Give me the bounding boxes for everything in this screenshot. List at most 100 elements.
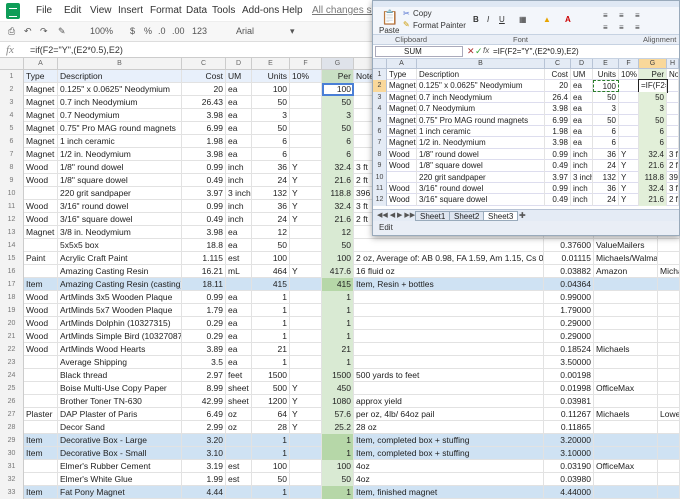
excel-cell-h[interactable] [667, 126, 679, 138]
table-row[interactable]: 27 Plaster DAP Plaster of Paris 6.49 oz 64 Y 57… [0, 408, 680, 421]
row-number[interactable]: 23 [0, 356, 24, 369]
cell-h[interactable]: 2 oz, Average of: AB 0.98, FA 1.59, Am 1… [354, 252, 544, 265]
excel-cell-b[interactable]: 0.75" Pro MAG round magnets [417, 114, 545, 126]
cell-c[interactable]: 18.11 [182, 278, 226, 291]
excel-cell-h[interactable] [667, 80, 679, 92]
cell-f[interactable] [290, 83, 322, 96]
cell-d[interactable]: ea [226, 304, 252, 317]
cell-g[interactable]: 12 [322, 226, 354, 239]
menu-tools[interactable]: Tools [212, 5, 235, 16]
table-row[interactable]: 30 Item Decorative Box - Small 3.10 1 1 Item, … [0, 447, 680, 460]
cell-a[interactable] [24, 382, 58, 395]
cell-b[interactable]: Decorative Box - Large [58, 434, 182, 447]
excel-corner[interactable] [373, 59, 387, 69]
cell-g[interactable]: 32.4 [322, 161, 354, 174]
underline-button[interactable]: U [499, 15, 505, 24]
paste-button[interactable]: Paste [379, 26, 399, 35]
cell-h[interactable] [354, 291, 544, 304]
tab-sheet3[interactable]: Sheet3 [483, 211, 519, 221]
cell-d[interactable]: feet [226, 369, 252, 382]
menu-edit[interactable]: Edit [64, 5, 81, 16]
excel-cell-a[interactable]: Type [387, 69, 417, 81]
cell-e[interactable]: 50 [252, 122, 290, 135]
col-header-f[interactable]: F [290, 58, 322, 70]
borders-icon[interactable]: ▦ [519, 15, 527, 24]
cell-h[interactable] [354, 304, 544, 317]
cell-g[interactable]: 50 [322, 239, 354, 252]
cell-b[interactable]: 1/8" round dowel [58, 161, 182, 174]
table-row[interactable]: 23 Average Shipping 3.5 ea 1 1 3.50000 [0, 356, 680, 369]
excel-cell-b[interactable]: 1/8" square dowel [417, 160, 545, 172]
excel-cell-b[interactable]: 0.7 Neodymium [417, 103, 545, 115]
cell-c[interactable]: 20 [182, 83, 226, 96]
cell-e[interactable]: 100 [252, 83, 290, 96]
cell-h[interactable] [354, 317, 544, 330]
cell-h[interactable]: per oz, 4lb/ 64oz pail [354, 408, 544, 421]
cell-i[interactable]: 4.44000 [544, 486, 594, 499]
cell-d[interactable] [226, 486, 252, 499]
cell-e[interactable]: Units [252, 70, 290, 83]
cell-c[interactable]: 8.99 [182, 382, 226, 395]
chevron-down-icon[interactable]: ▾ [290, 26, 295, 37]
cell-h[interactable] [354, 356, 544, 369]
cell-j[interactable]: Michaels [594, 343, 658, 356]
excel-cell-f[interactable]: Y [619, 171, 639, 183]
cell-c[interactable]: 1.79 [182, 304, 226, 317]
excel-cell-h[interactable] [667, 91, 679, 104]
cell-h[interactable]: 500 yards to feet [354, 369, 544, 382]
cell-g[interactable]: 417.6 [322, 265, 354, 278]
excel-cell-f[interactable] [619, 114, 639, 126]
excel-cell-f[interactable]: 10% [619, 69, 639, 81]
excel-cell-a[interactable]: Wood [387, 194, 417, 206]
cell-i[interactable]: 0.11267 [544, 408, 594, 421]
cell-e[interactable]: 1 [252, 434, 290, 447]
excel-cell-a[interactable]: Magnet [387, 103, 417, 115]
cell-b[interactable]: ArtMinds 5x7 Wooden Plaque [58, 304, 182, 317]
excel-cell-h[interactable] [667, 114, 679, 126]
cell-g[interactable]: 1 [322, 330, 354, 343]
table-row[interactable]: 20 Wood ArtMinds Dolphin (10327315) 0.29 ea 1… [0, 317, 680, 330]
cell-d[interactable]: inch [226, 174, 252, 187]
cell-d[interactable]: ea [226, 148, 252, 161]
cell-b[interactable]: 5x5x5 box [58, 239, 182, 252]
cell-f[interactable] [290, 434, 322, 447]
cell-d[interactable]: ea [226, 330, 252, 343]
cell-b[interactable]: 1/8" square dowel [58, 174, 182, 187]
excel-cell-c[interactable]: 0.99 [545, 183, 571, 195]
row-number[interactable]: 22 [0, 343, 24, 356]
excel-cell-d[interactable]: ea [571, 137, 593, 149]
cell-b[interactable]: Elmer's Rubber Cement [58, 460, 182, 473]
cell-j[interactable] [594, 278, 658, 291]
excel-cell-h[interactable] [667, 103, 679, 115]
cell-e[interactable]: 1200 [252, 395, 290, 408]
excel-formula-input[interactable]: =IF(F2="Y",(E2*0.9),E2) [493, 47, 579, 56]
cell-a[interactable]: Magnet [24, 135, 58, 148]
cell-c[interactable]: 2.97 [182, 369, 226, 382]
cell-b[interactable]: Boise Multi-Use Copy Paper [58, 382, 182, 395]
cell-a[interactable]: Wood [24, 291, 58, 304]
row-number[interactable]: 27 [0, 408, 24, 421]
currency-button[interactable]: $ [130, 26, 135, 36]
cell-i[interactable]: 0.11865 [544, 421, 594, 434]
excel-cell-c[interactable]: 3.98 [545, 103, 571, 115]
cell-f[interactable] [290, 304, 322, 317]
excel-row[interactable]: 12 Wood 3/16" square dowel 0.49 inch 24 Y 21.6 2… [373, 194, 679, 206]
cell-d[interactable]: inch [226, 161, 252, 174]
excel-cell-a[interactable]: Magnet [387, 91, 417, 104]
excel-row-number[interactable]: 2 [373, 80, 387, 92]
excel-row-number[interactable]: 10 [373, 171, 387, 183]
cell-h[interactable]: 16 fluid oz [354, 265, 544, 278]
cancel-icon[interactable]: ✕ [467, 46, 475, 57]
cell-d[interactable]: ea [226, 291, 252, 304]
cell-a[interactable]: Magnet [24, 83, 58, 96]
cell-f[interactable]: Y [290, 187, 322, 200]
cell-c[interactable]: 26.43 [182, 96, 226, 109]
cell-d[interactable]: est [226, 473, 252, 486]
cell-c[interactable]: 3.98 [182, 148, 226, 161]
cell-g[interactable]: 32.4 [322, 200, 354, 213]
cell-i[interactable]: 0.04364 [544, 278, 594, 291]
excel-cell-g[interactable]: 21.6 [639, 194, 667, 206]
excel-cell-g[interactable]: Per [639, 69, 667, 81]
cell-g[interactable]: 415 [322, 278, 354, 291]
font-color-icon[interactable]: A [565, 15, 571, 24]
